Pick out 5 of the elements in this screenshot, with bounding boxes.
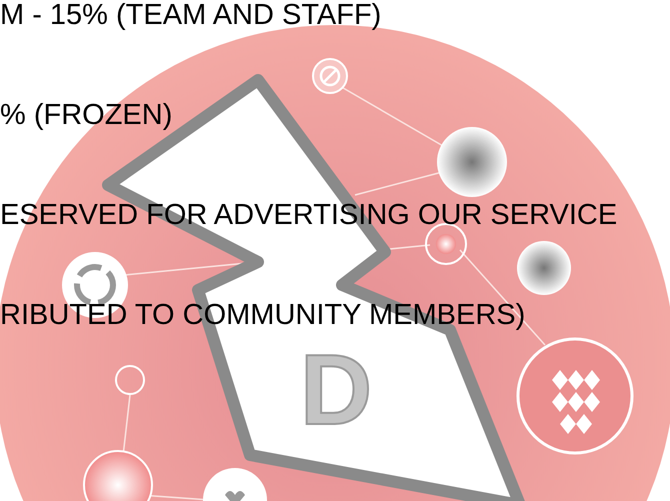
logo-letter: D (300, 340, 372, 440)
list-text: M - 15% (TEAM AND STAFF) (0, 0, 382, 30)
list-text: RIBUTED TO COMMUNITY MEMBERS) (0, 300, 526, 330)
list-text: ESERVED FOR ADVERTISING OUR SERVICE (0, 200, 618, 230)
list-text: % (FROZEN) (0, 100, 172, 130)
